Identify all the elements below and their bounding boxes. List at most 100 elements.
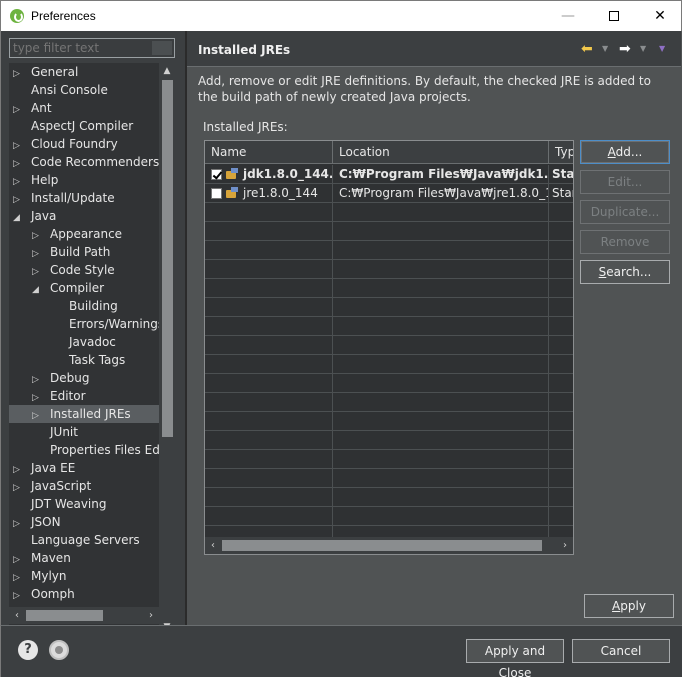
tree-item[interactable]: Task Tags (9, 351, 125, 369)
search-button[interactable]: Search... (580, 260, 670, 284)
empty-cell (549, 507, 573, 526)
jre-library-icon (226, 187, 240, 199)
empty-cell (205, 336, 333, 355)
edit-button[interactable]: Edit... (580, 170, 670, 194)
filter-input[interactable] (10, 39, 150, 57)
tree-item-label: Installed JREs (50, 407, 131, 421)
tree-item-label: Code Style (50, 263, 115, 277)
empty-cell (333, 203, 549, 222)
title-bar: Preferences — ✕ (0, 0, 682, 31)
tree-item[interactable]: Javadoc (9, 333, 116, 351)
column-header-type[interactable]: Type (549, 141, 573, 164)
empty-cell (205, 279, 333, 298)
empty-table-row (205, 317, 573, 336)
empty-cell (549, 488, 573, 507)
tree-item[interactable]: ▷ Build Path (9, 243, 110, 261)
tree-item[interactable]: ▷ Installed JREs (9, 405, 159, 423)
tree-item[interactable]: ▷ Help (9, 171, 58, 189)
location-cell: C:₩Program Files₩Java₩jdk1.8.0... (333, 165, 549, 184)
empty-cell (333, 355, 549, 374)
empty-cell (549, 374, 573, 393)
forward-history-dropdown-icon[interactable]: ▼ (640, 41, 646, 57)
minimize-button[interactable]: — (545, 1, 591, 31)
expand-arrow-icon[interactable]: ▷ (13, 587, 31, 605)
scroll-thumb[interactable] (222, 540, 542, 551)
close-button[interactable]: ✕ (637, 1, 682, 31)
empty-cell (549, 393, 573, 412)
apply-button[interactable]: Apply (584, 594, 674, 618)
column-header-location[interactable]: Location (333, 141, 549, 164)
maximize-button[interactable] (591, 1, 637, 31)
scroll-left-arrow-icon[interactable]: ‹ (9, 607, 25, 624)
tree-item[interactable]: Ansi Console (9, 81, 108, 99)
tree-item[interactable]: ▷ Mylyn (9, 567, 67, 585)
table-horizontal-scrollbar[interactable]: ‹ › (205, 537, 573, 554)
tree-item[interactable]: ◢ Compiler (9, 279, 104, 297)
search-label: earch... (606, 265, 652, 279)
name-cell: jre1.8.0_144 (205, 184, 333, 203)
scroll-thumb[interactable] (162, 80, 173, 437)
forward-arrow-icon[interactable]: ➡ (619, 41, 631, 57)
tree-item[interactable]: ▷ Debug (9, 369, 89, 387)
apply-label: pply (620, 599, 646, 613)
empty-cell (205, 507, 333, 526)
default-jre-checkbox[interactable] (211, 169, 222, 180)
back-arrow-icon[interactable]: ⬅ (581, 41, 593, 57)
tree-item[interactable]: JDT Weaving (9, 495, 106, 513)
tree-vertical-scrollbar[interactable]: ▲ ▼ (159, 63, 175, 635)
scroll-thumb[interactable] (26, 610, 103, 621)
tree-item[interactable]: ▷ General (9, 63, 78, 81)
remove-button[interactable]: Remove (580, 230, 670, 254)
tree-item[interactable]: Errors/Warnings (9, 315, 159, 333)
scroll-right-arrow-icon[interactable]: › (557, 537, 573, 554)
help-icon[interactable]: ? (18, 640, 38, 660)
scroll-up-arrow-icon[interactable]: ▲ (159, 63, 175, 79)
apply-and-close-button[interactable]: Apply and Close (466, 639, 564, 677)
column-header-name[interactable]: Name (205, 141, 333, 164)
back-history-dropdown-icon[interactable]: ▼ (602, 41, 608, 57)
tree-item[interactable]: ▷ Java EE (9, 459, 75, 477)
tree-item[interactable]: ◢ Java (9, 207, 56, 225)
tree-item[interactable]: Building (9, 297, 118, 315)
empty-cell (549, 279, 573, 298)
jre-name: jre1.8.0_144 (243, 186, 318, 200)
tree-item[interactable]: ▷ Editor (9, 387, 86, 405)
duplicate-button[interactable]: Duplicate... (580, 200, 670, 224)
tree-item[interactable]: ▷ Oomph (9, 585, 75, 603)
empty-cell (333, 241, 549, 260)
tree-item[interactable]: JUnit (9, 423, 78, 441)
clear-filter-icon[interactable] (152, 41, 172, 55)
tree-item[interactable]: ▷ Appearance (9, 225, 122, 243)
record-preferences-icon[interactable] (49, 640, 69, 660)
empty-cell (333, 222, 549, 241)
empty-cell (205, 355, 333, 374)
scroll-left-arrow-icon[interactable]: ‹ (205, 537, 221, 554)
cancel-button[interactable]: Cancel (572, 639, 670, 663)
tree-item[interactable]: Properties Files Editor (9, 441, 159, 459)
table-row[interactable]: jre1.8.0_144 C:₩Program Files₩Java₩jre1.8… (205, 184, 573, 203)
tree-item[interactable]: ▷ Install/Update (9, 189, 115, 207)
tree-item[interactable]: ▷ Ant (9, 99, 52, 117)
tree-horizontal-scrollbar[interactable]: ‹ › (9, 607, 159, 624)
tree-item-label: Javadoc (69, 335, 116, 349)
tree-item[interactable]: ▷ Cloud Foundry (9, 135, 118, 153)
tree-item[interactable]: AspectJ Compiler (9, 117, 133, 135)
tree-item[interactable]: ▷ Maven (9, 549, 71, 567)
empty-table-row (205, 355, 573, 374)
tree-item[interactable]: ▷ JSON (9, 513, 61, 531)
jre-table: Name Location Type jdk1.8.0_144...C:₩Pro… (204, 140, 574, 555)
table-row[interactable]: jdk1.8.0_144... C:₩Program Files₩Java₩jdk… (205, 165, 573, 184)
tree-item[interactable]: Language Servers (9, 531, 140, 549)
filter-field[interactable] (9, 38, 175, 58)
tree-item[interactable]: ▷ Code Style (9, 261, 115, 279)
tree-item-label: Java EE (31, 461, 76, 475)
tree-item[interactable]: ▷ JavaScript (9, 477, 91, 495)
tree-item[interactable]: ▷ Code Recommenders (9, 153, 159, 171)
add-button[interactable]: Add... (580, 140, 670, 164)
default-jre-checkbox[interactable] (211, 188, 222, 199)
tree-item-label: Install/Update (31, 191, 115, 205)
tree-item-label: JDT Weaving (31, 497, 107, 511)
scroll-right-arrow-icon[interactable]: › (143, 607, 159, 624)
view-menu-icon[interactable]: ▼ (659, 41, 665, 57)
tree-item-label: Language Servers (31, 533, 140, 547)
